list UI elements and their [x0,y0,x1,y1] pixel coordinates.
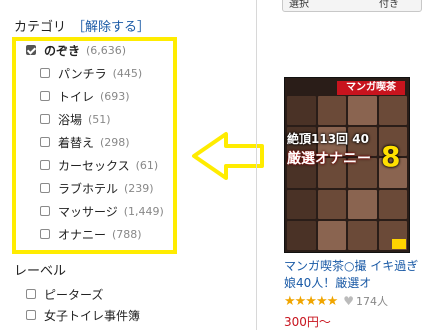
category-checkbox-nozoki[interactable] [26,45,36,55]
category-count: (61) [135,158,159,172]
label-label: 女子トイレ事件簿 [44,308,141,323]
cover-logo [392,239,406,249]
category-item-nozoki[interactable]: のぞき (6,636) [26,40,126,60]
category-count: (6,636) [86,43,127,57]
category-count: (298) [100,135,130,149]
category-item-toilet[interactable]: トイレ (693) [40,86,130,106]
clear-category-link[interactable]: ［解除する］ [72,20,150,35]
category-label: オナニー [58,227,107,242]
cover-banner: マンガ喫茶 [337,81,405,95]
category-item-massage[interactable]: マッサージ (1,449) [40,201,164,221]
category-item-car[interactable]: カーセックス (61) [40,155,158,175]
product-title-link[interactable]: マンガ喫茶○撮 イキ過ぎ娘40人！厳選オ [284,258,422,292]
category-count: (693) [100,89,130,103]
label-checkbox[interactable] [26,310,36,320]
category-label: 浴場 [58,112,83,127]
category-count: (445) [112,66,143,80]
category-checkbox[interactable] [40,183,50,193]
category-label: トイレ [58,89,95,104]
top-button-right[interactable]: 付き [379,0,399,10]
category-checkbox[interactable] [40,68,50,78]
label-item-peters[interactable]: ピーターズ [26,284,103,304]
category-heading-text: カテゴリ [14,20,67,35]
category-item-onanie[interactable]: オナニー (788) [40,224,142,244]
label-heading: レーベル [14,264,67,279]
cover-big-number: 8 [381,140,401,173]
category-item-changing[interactable]: 着替え (298) [40,132,130,152]
category-count: (1,449) [123,204,164,218]
product-cover-image[interactable]: マンガ喫茶 絶頂113回 40 厳選オナニー 8 [284,77,410,253]
category-label: カーセックス [58,158,130,173]
rating-stars: ★★★★★ [284,293,338,309]
label-checkbox[interactable] [26,289,36,299]
filter-sidebar: カテゴリ ［解除する］ のぞき (6,636) パンチラ (445) トイレ (6… [0,0,264,330]
cover-text-line2: 厳選オナニー [287,151,371,167]
category-item-panchira[interactable]: パンチラ (445) [40,63,142,83]
category-label: マッサージ [58,204,118,219]
top-button-group[interactable]: 選択 付き [282,0,422,12]
label-label: ピーターズ [44,287,104,302]
category-checkbox[interactable] [40,91,50,101]
top-button-left[interactable]: 選択 [289,0,309,10]
category-checkbox[interactable] [40,160,50,170]
category-label: ラブホテル [58,181,119,196]
category-item-bath[interactable]: 浴場 (51) [40,109,111,129]
column-divider [256,0,257,330]
category-count: (239) [124,181,154,195]
product-price: 300円～ [284,315,331,329]
label-item-toilet-jikenbo[interactable]: 女子トイレ事件簿 [26,305,140,325]
category-checkbox[interactable] [40,114,50,124]
category-label: パンチラ [58,66,107,81]
product-rating: ★★★★★ ♥ 174人 [284,293,388,309]
category-checkbox[interactable] [40,229,50,239]
category-count: (788) [112,227,142,241]
category-checkbox[interactable] [40,137,50,147]
category-item-lovehotel[interactable]: ラブホテル (239) [40,178,154,198]
category-heading: カテゴリ ［解除する］ [14,16,150,35]
category-label: 着替え [58,135,95,150]
category-checkbox[interactable] [40,206,50,216]
category-count: (51) [88,112,111,126]
left-arrow-icon [192,132,264,180]
category-label: のぞき [44,43,81,58]
likes-count: 174人 [356,295,389,308]
heart-icon[interactable]: ♥ [343,294,354,308]
